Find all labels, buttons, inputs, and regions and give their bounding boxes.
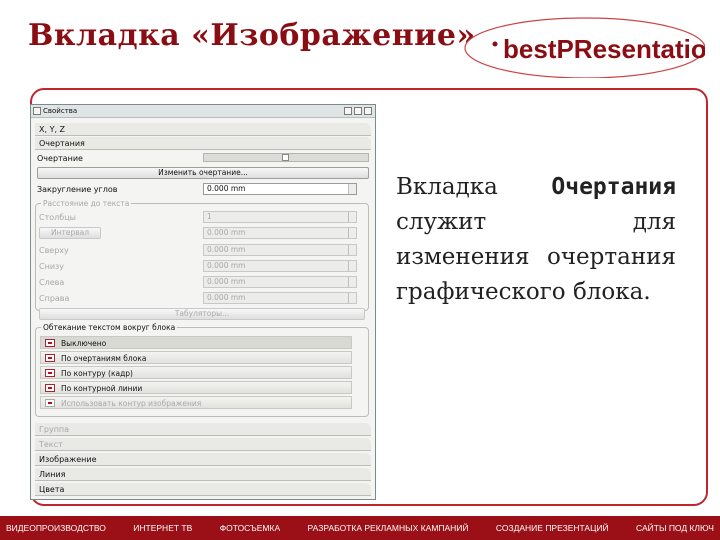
tab-image[interactable]: Изображение (35, 453, 371, 466)
spin-icon[interactable] (348, 228, 356, 238)
wrap-option-label: По контуру (кадр) (61, 369, 133, 378)
edit-outline-button[interactable]: Изменить очертание... (37, 167, 369, 179)
right-field[interactable]: 0.000 mm (203, 292, 357, 304)
corner-radius-label: Закругление углов (37, 185, 118, 194)
columns-value: 1 (207, 212, 212, 221)
properties-dialog: Свойства X, Y, Z Очертания Очертание Изм… (30, 104, 376, 500)
window-menu-icon[interactable] (33, 107, 41, 115)
top-value: 0.000 mm (207, 245, 246, 254)
footer-item[interactable]: ВИДЕОПРОИЗВОДСТВО (6, 523, 106, 533)
left-label: Слева (39, 278, 65, 287)
distance-group-label: Расстояние до текста (41, 199, 132, 208)
tab-group[interactable]: Группа (35, 423, 371, 436)
minimize-icon[interactable] (344, 107, 352, 115)
left-field[interactable]: 0.000 mm (203, 276, 357, 288)
tab-colors[interactable]: Цвета (35, 483, 371, 496)
corner-radius-field[interactable]: 0.000 mm (203, 183, 357, 195)
bottom-value: 0.000 mm (207, 261, 246, 270)
company-logo: bestPResentation (464, 17, 705, 78)
outline-label: Очертание (37, 154, 83, 163)
wrap-shape-icon (45, 354, 55, 362)
wrap-option-label: По очертаниям блока (61, 354, 147, 363)
spin-icon[interactable] (348, 261, 356, 271)
right-value: 0.000 mm (207, 293, 246, 302)
spin-icon[interactable] (348, 245, 356, 255)
spin-icon[interactable] (348, 277, 356, 287)
tabulators-button[interactable]: Табуляторы... (39, 308, 365, 320)
wrap-contour-icon (45, 384, 55, 392)
tab-text[interactable]: Текст (35, 438, 371, 451)
slide-title: Вкладка «Изображение» (28, 18, 476, 53)
wrap-option-label: По контурной линии (61, 384, 143, 393)
wrap-option-label: Использовать контур изображения (61, 399, 202, 408)
gap-field[interactable]: 0.000 mm (203, 227, 357, 239)
outline-slider-knob[interactable] (282, 154, 289, 161)
wrap-option-label: Выключено (61, 339, 107, 348)
wrap-option-frame-shape[interactable]: По очертаниям блока (40, 351, 352, 364)
top-field[interactable]: 0.000 mm (203, 244, 357, 256)
columns-field[interactable]: 1 (203, 211, 357, 223)
tab-xyz[interactable]: X, Y, Z (35, 123, 371, 136)
footer-item[interactable]: ИНТЕРНЕТ ТВ (133, 523, 192, 533)
footer-item[interactable]: РАЗРАБОТКА РЕКЛАМНЫХ КАМПАНИЙ (308, 523, 469, 533)
spin-icon[interactable] (348, 293, 356, 303)
gap-value: 0.000 mm (207, 228, 246, 237)
footer-item[interactable]: САЙТЫ ПОД КЛЮЧ (636, 523, 714, 533)
tab-line[interactable]: Линия (35, 468, 371, 481)
wrap-option-contour-line[interactable]: По контурной линии (40, 381, 352, 394)
footer-item[interactable]: ФОТОСЪЕМКА (220, 523, 280, 533)
corner-radius-value: 0.000 mm (207, 184, 246, 193)
wrap-option-off[interactable]: Выключено (40, 336, 352, 349)
spin-icon[interactable] (348, 212, 356, 222)
dialog-titlebar[interactable]: Свойства (31, 105, 375, 118)
maximize-icon[interactable] (354, 107, 362, 115)
top-label: Сверху (39, 246, 69, 255)
dialog-title: Свойства (43, 107, 78, 115)
wrap-group: Выключено По очертаниям блока По контуру… (35, 327, 369, 417)
footer-bar: ВИДЕОПРОИЗВОДСТВО ИНТЕРНЕТ ТВ ФОТОСЪЕМКА… (0, 516, 720, 540)
footer-item[interactable]: СОЗДАНИЕ ПРЕЗЕНТАЦИЙ (496, 523, 609, 533)
bottom-field[interactable]: 0.000 mm (203, 260, 357, 272)
columns-label: Столбцы (39, 213, 76, 222)
wrap-off-icon (45, 339, 55, 347)
description-bold: Очертания (551, 174, 676, 200)
description-prefix: Вкладка (396, 174, 552, 200)
outline-slider[interactable] (203, 153, 369, 162)
close-icon[interactable] (364, 107, 372, 115)
gap-button[interactable]: Интервал (39, 227, 101, 239)
wrap-option-image-clip[interactable]: Использовать контур изображения (40, 396, 352, 409)
description-suffix: служит для изменения очертания графическ… (396, 209, 676, 305)
wrap-group-label: Обтекание текстом вокруг блока (41, 323, 178, 332)
left-value: 0.000 mm (207, 277, 246, 286)
description-text: Вкладка Очертания служит для изменения о… (396, 170, 676, 310)
wrap-clip-icon (45, 399, 55, 407)
bottom-label: Снизу (39, 262, 65, 271)
logo-text: bestPResentation (503, 34, 705, 64)
wrap-option-bounding-box[interactable]: По контуру (кадр) (40, 366, 352, 379)
wrap-box-icon (45, 369, 55, 377)
tab-outline[interactable]: Очертания (35, 137, 371, 150)
spin-icon[interactable] (348, 184, 356, 194)
right-label: Справа (39, 294, 70, 303)
